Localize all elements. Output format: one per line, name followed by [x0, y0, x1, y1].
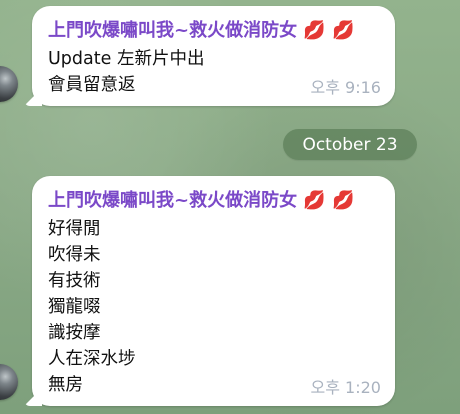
- message-bubble[interactable]: 上門吹爆嘯叫我~救火做消防女 💋 💋 好得閒 吹得未 有技術 獨龍啜 識按摩 人…: [24, 176, 395, 406]
- message-line: 吹得未: [48, 245, 101, 265]
- message-line: 人在深水埗: [48, 349, 136, 369]
- message-line: Update 左新片中出: [48, 49, 205, 69]
- sender-name[interactable]: 上門吹爆嘯叫我~救火做消防女 💋 💋: [48, 16, 354, 42]
- message-bubble[interactable]: 上門吹爆嘯叫我~救火做消防女 💋 💋 Update 左新片中出 會員留意返 오후…: [24, 6, 395, 106]
- date-separator: October 23: [283, 129, 417, 160]
- message-text: Update 左新片中出 會員留意返: [48, 46, 204, 98]
- message-line: 好得閒: [48, 219, 101, 239]
- sender-name[interactable]: 上門吹爆嘯叫我~救火做消防女 💋 💋: [48, 186, 354, 212]
- message-time: 오후 1:20: [310, 378, 381, 397]
- message-text: 好得閒 吹得未 有技術 獨龍啜 識按摩 人在深水埗 無房: [48, 216, 136, 398]
- message-line: 識按摩: [48, 323, 101, 343]
- message-line: 獨龍啜: [48, 297, 101, 317]
- message-time: 오후 9:16: [310, 78, 381, 97]
- message-line: 無房: [48, 375, 83, 395]
- message-line: 有技術: [48, 271, 101, 291]
- message-line: 會員留意返: [48, 75, 136, 95]
